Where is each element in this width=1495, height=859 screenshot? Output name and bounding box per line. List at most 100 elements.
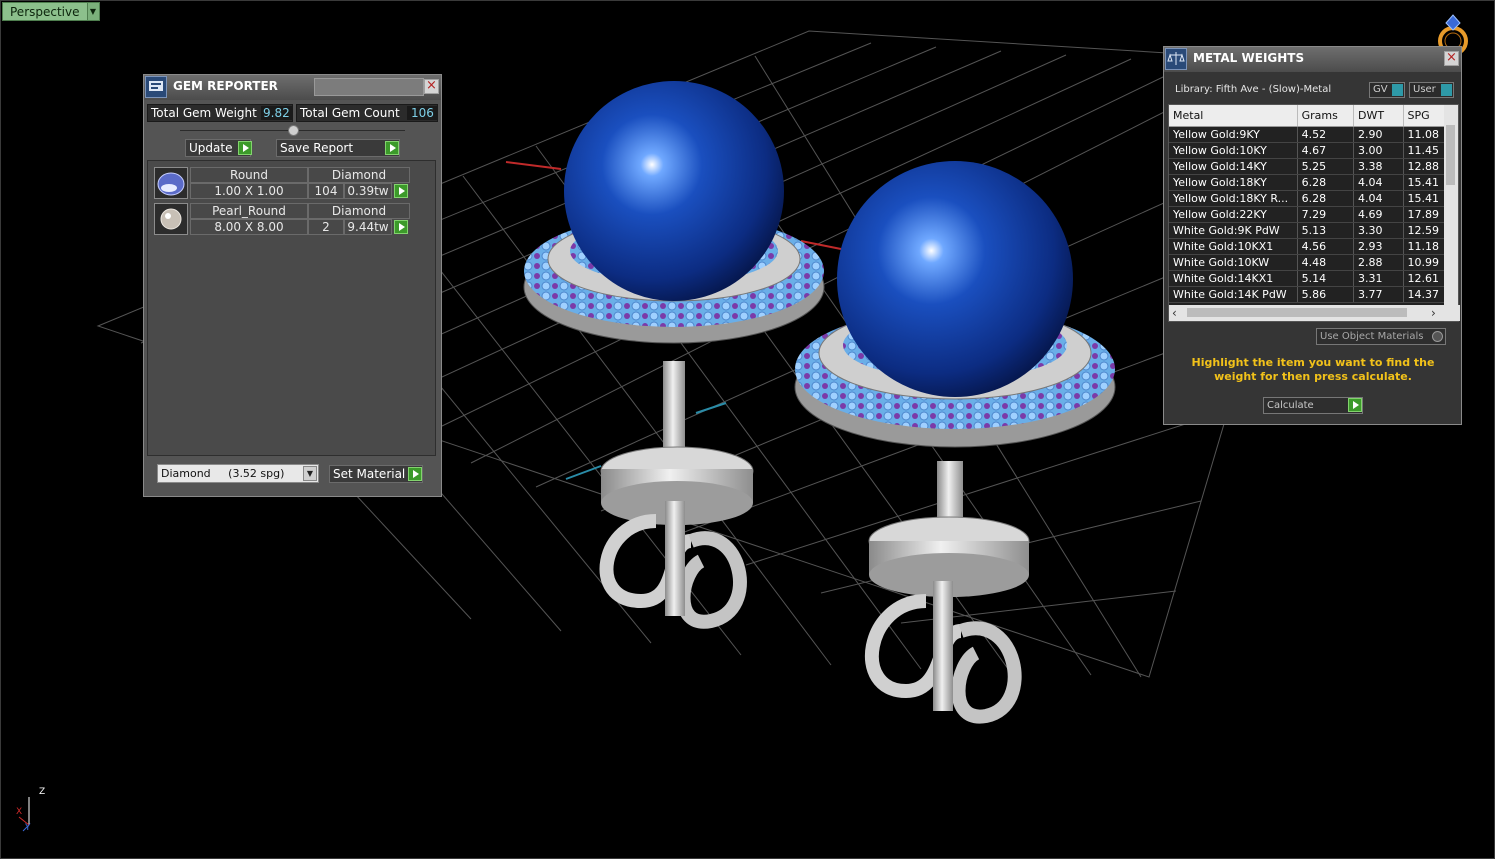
table-cell: 6.28 — [1298, 175, 1355, 190]
save-report-button[interactable]: Save Report — [276, 139, 400, 157]
chevron-down-icon[interactable]: ▼ — [303, 466, 317, 481]
gem-row-material: Diamond — [308, 203, 410, 219]
column-header[interactable]: Metal — [1169, 105, 1298, 126]
round-gem-thumbnail[interactable] — [154, 167, 188, 199]
vertical-scrollbar[interactable] — [1444, 105, 1458, 305]
use-object-materials-toggle[interactable]: Use Object Materials — [1316, 328, 1446, 345]
update-go-icon[interactable] — [238, 141, 252, 155]
table-cell: 5.13 — [1298, 223, 1355, 238]
table-row[interactable]: White Gold:9K PdW 5.13 3.30 12.59 — [1169, 223, 1458, 239]
table-header: Metal Grams DWT SPG — [1169, 105, 1458, 127]
table-row[interactable]: Yellow Gold:18KY R... 6.28 4.04 15.41 — [1169, 191, 1458, 207]
gem-row-go-icon[interactable] — [394, 220, 408, 234]
pearl-gem-thumbnail[interactable] — [154, 203, 188, 235]
table-cell: 3.30 — [1354, 223, 1404, 238]
gem-reporter-titlebar[interactable]: GEM REPORTER × — [144, 75, 441, 100]
total-gem-count-box: Total Gem Count 106 — [296, 104, 438, 122]
table-row[interactable]: Yellow Gold:18KY 6.28 4.04 15.41 — [1169, 175, 1458, 191]
save-report-go-icon[interactable] — [385, 141, 399, 155]
user-toggle[interactable]: User — [1409, 82, 1454, 98]
table-cell: 4.56 — [1298, 239, 1355, 254]
table-cell: Yellow Gold:18KY — [1169, 175, 1298, 190]
table-cell: White Gold:14K PdW — [1169, 287, 1298, 302]
axis-x-label: X — [16, 807, 23, 817]
table-cell: 4.04 — [1354, 191, 1404, 206]
table-cell: Yellow Gold:18KY R... — [1169, 191, 1298, 206]
table-cell: Yellow Gold:10KY — [1169, 143, 1298, 158]
viewport-label[interactable]: Perspective ▼ — [2, 2, 100, 21]
table-cell: 5.14 — [1298, 271, 1355, 286]
table-body: Yellow Gold:9KY 4.52 2.90 11.08 Yellow Gold:… — [1169, 127, 1458, 303]
material-select[interactable]: Diamond (3.52 spg) ▼ — [157, 464, 319, 483]
gem-row-count: 2 — [308, 219, 344, 235]
gem-list: Round Diamond 1.00 X 1.00 104 0.39tw Pea… — [147, 160, 436, 456]
perspective-label[interactable]: Perspective — [2, 2, 88, 21]
table-cell: 5.86 — [1298, 287, 1355, 302]
gem-row-shape: Round — [190, 167, 308, 183]
table-cell: 3.38 — [1354, 159, 1404, 174]
gem-row-weight: 9.44tw — [344, 219, 392, 235]
table-row[interactable]: White Gold:10KX1 4.56 2.93 11.18 — [1169, 239, 1458, 255]
set-material-go-icon[interactable] — [408, 467, 422, 481]
gem-reporter-icon — [145, 76, 167, 98]
table-row[interactable]: White Gold:14KX1 5.14 3.31 12.61 — [1169, 271, 1458, 287]
table-cell: White Gold:10KW — [1169, 255, 1298, 270]
titlebar-filler — [314, 78, 424, 96]
column-header[interactable]: DWT — [1354, 105, 1404, 126]
axis-y-label: Y — [25, 823, 31, 833]
total-gem-weight-value: 9.82 — [261, 106, 292, 120]
gem-row-material: Diamond — [308, 167, 410, 183]
gem-row-count: 104 — [308, 183, 344, 199]
horizontal-scrollbar[interactable]: ‹ › — [1169, 305, 1460, 321]
table-cell: White Gold:10KX1 — [1169, 239, 1298, 254]
gem-row-go-icon[interactable] — [394, 184, 408, 198]
table-cell: 4.52 — [1298, 127, 1355, 142]
close-icon[interactable]: × — [424, 79, 439, 94]
chevron-down-icon[interactable]: ▼ — [87, 2, 100, 21]
table-row[interactable]: White Gold:14K PdW 5.86 3.77 14.37 — [1169, 287, 1458, 303]
table-cell: 2.88 — [1354, 255, 1404, 270]
table-cell: 2.90 — [1354, 127, 1404, 142]
splitter-handle[interactable] — [180, 125, 405, 136]
total-gem-count-value: 106 — [407, 106, 438, 120]
table-row[interactable]: Yellow Gold:9KY 4.52 2.90 11.08 — [1169, 127, 1458, 143]
table-cell: Yellow Gold:22KY — [1169, 207, 1298, 222]
total-gem-count-label: Total Gem Count — [300, 106, 400, 120]
metal-table: Metal Grams DWT SPG Yellow Gold:9KY 4.52 2.90… — [1168, 104, 1460, 322]
close-icon[interactable]: × — [1444, 51, 1459, 66]
table-cell: 5.25 — [1298, 159, 1355, 174]
table-cell: 3.31 — [1354, 271, 1404, 286]
gem-reporter-title: GEM REPORTER — [173, 79, 278, 93]
table-cell: Yellow Gold:14KY — [1169, 159, 1298, 174]
axis-gizmo: Z X Y — [11, 785, 51, 837]
gem-reporter-dialog: GEM REPORTER × Total Gem Weight 9.82 Tot… — [143, 74, 442, 497]
table-row[interactable]: Yellow Gold:10KY 4.67 3.00 11.45 — [1169, 143, 1458, 159]
total-gem-weight-label: Total Gem Weight — [151, 106, 257, 120]
table-cell: White Gold:9K PdW — [1169, 223, 1298, 238]
chevron-right-icon[interactable]: › — [1431, 306, 1436, 320]
table-cell: 6.28 — [1298, 191, 1355, 206]
table-cell: Yellow Gold:9KY — [1169, 127, 1298, 142]
column-header[interactable]: Grams — [1298, 105, 1355, 126]
table-row[interactable]: Yellow Gold:14KY 5.25 3.38 12.88 — [1169, 159, 1458, 175]
table-row[interactable]: White Gold:10KW 4.48 2.88 10.99 — [1169, 255, 1458, 271]
metal-weights-title: METAL WEIGHTS — [1193, 51, 1305, 65]
gem-row-size: 8.00 X 8.00 — [190, 219, 308, 235]
table-cell: White Gold:14KX1 — [1169, 271, 1298, 286]
3d-viewport[interactable]: Perspective ▼ Z X Y GEM REPORTER × Total… — [0, 0, 1495, 859]
scale-icon — [1165, 48, 1187, 70]
table-cell: 2.93 — [1354, 239, 1404, 254]
table-cell: 4.69 — [1354, 207, 1404, 222]
axis-z-label: Z — [39, 787, 46, 797]
metal-weights-titlebar[interactable]: METAL WEIGHTS × — [1164, 47, 1461, 72]
metal-weights-dialog: METAL WEIGHTS × Library: Fifth Ave - (Sl… — [1163, 46, 1462, 425]
gem-row-weight: 0.39tw — [344, 183, 392, 199]
table-cell: 4.67 — [1298, 143, 1355, 158]
total-gem-weight-box: Total Gem Weight 9.82 — [147, 104, 293, 122]
table-cell: 3.00 — [1354, 143, 1404, 158]
calculate-go-icon[interactable] — [1348, 398, 1362, 412]
library-label: Library: Fifth Ave - (Slow)-Metal — [1175, 84, 1332, 95]
chevron-left-icon[interactable]: ‹ — [1172, 306, 1177, 320]
gv-toggle[interactable]: GV — [1369, 82, 1405, 98]
table-row[interactable]: Yellow Gold:22KY 7.29 4.69 17.89 — [1169, 207, 1458, 223]
